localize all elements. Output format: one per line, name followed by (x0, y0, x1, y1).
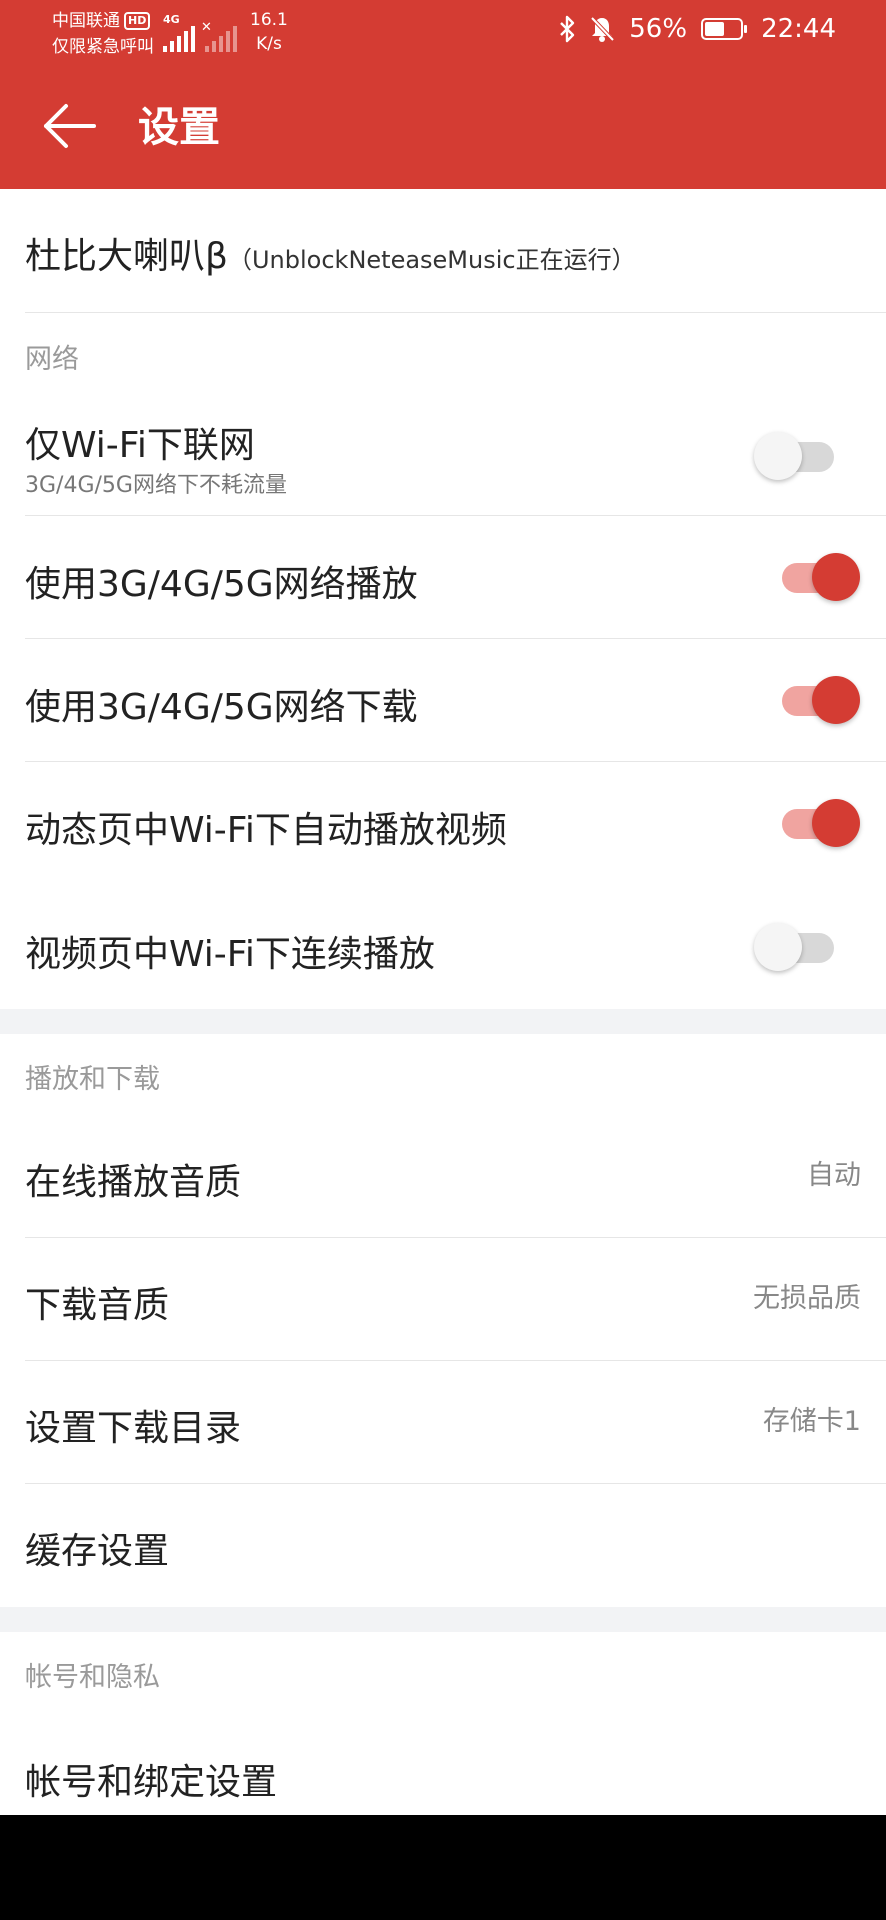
bluetooth-icon (560, 15, 575, 43)
section-gap (0, 1607, 886, 1632)
carrier-name: 中国联通 (52, 11, 120, 31)
setting-mobile-download[interactable]: 使用3G/4G/5G网络下载 (0, 639, 886, 762)
emergency-note: 仅限紧急呼叫 (52, 37, 154, 57)
network-type: 4G (163, 13, 180, 26)
navigation-bar (0, 1815, 886, 1920)
setting-mobile-play[interactable]: 使用3G/4G/5G网络播放 (0, 516, 886, 639)
page-title: 设置 (138, 103, 220, 151)
network-speed: 16.1 K/s (250, 8, 288, 56)
section-gap (0, 1009, 886, 1034)
no-signal-icon: ✕ (201, 20, 237, 52)
setting-label: 在线播放音质 (25, 1162, 242, 1203)
toggle-mobile-play[interactable] (774, 552, 860, 602)
battery-icon (701, 18, 748, 40)
setting-value: 无损品质 (753, 1283, 861, 1314)
toggle-mobile-download[interactable] (774, 675, 860, 725)
section-title-account: 帐号和隐私 (25, 1662, 160, 1693)
setting-label: 帐号和绑定设置 (25, 1762, 278, 1803)
setting-download-quality[interactable]: 下载音质 无损品质 (0, 1238, 886, 1361)
plugin-label-wrap: 杜比大喇叭β（UnblockNeteaseMusic正在运行） (25, 227, 636, 279)
toggle-continuous-play[interactable] (754, 922, 834, 972)
setting-value: 自动 (807, 1160, 861, 1191)
signal-indicators: 4G ✕ (163, 14, 237, 52)
setting-subtitle: 3G/4G/5G网络下不耗流量 (25, 473, 287, 498)
setting-download-dir[interactable]: 设置下载目录 存储卡1 (0, 1361, 886, 1484)
toggle-wifi-only[interactable] (754, 431, 834, 481)
back-arrow-icon[interactable] (40, 98, 100, 154)
setting-label: 使用3G/4G/5G网络下载 (25, 687, 418, 728)
speed-unit: K/s (256, 34, 282, 54)
setting-label: 缓存设置 (25, 1531, 170, 1572)
hd-badge: HD (124, 12, 151, 30)
setting-online-quality[interactable]: 在线播放音质 自动 (0, 1115, 886, 1238)
mute-bell-icon (590, 16, 615, 42)
toggle-autoplay-video[interactable] (774, 798, 860, 848)
clock: 22:44 (761, 14, 836, 44)
battery-level (705, 22, 725, 36)
plugin-row[interactable]: 杜比大喇叭β（UnblockNeteaseMusic正在运行） (0, 189, 886, 313)
signal-strength-icon (163, 26, 195, 52)
plugin-name: 杜比大喇叭β (25, 236, 228, 277)
setting-continuous-play[interactable]: 视频页中Wi-Fi下连续播放 (0, 885, 886, 1009)
section-title-network: 网络 (25, 344, 79, 375)
setting-value: 存储卡1 (762, 1406, 861, 1437)
plugin-note: （UnblockNeteaseMusic正在运行） (227, 246, 636, 274)
app-header: 中国联通 HD 仅限紧急呼叫 4G ✕ 16.1 K/s 56% 22:44 设… (0, 0, 886, 189)
setting-label: 动态页中Wi-Fi下自动播放视频 (25, 810, 507, 851)
speed-value: 16.1 (250, 10, 288, 30)
setting-account-binding[interactable]: 帐号和绑定设置 (0, 1710, 886, 1815)
divider (25, 312, 886, 313)
section-title-playback: 播放和下载 (25, 1064, 160, 1095)
setting-autoplay-video[interactable]: 动态页中Wi-Fi下自动播放视频 (0, 762, 886, 885)
battery-percent: 56% (629, 14, 688, 44)
setting-cache[interactable]: 缓存设置 (0, 1484, 886, 1607)
status-right: 56% 22:44 (559, 14, 836, 44)
carrier-info: 中国联通 HD 仅限紧急呼叫 (52, 8, 154, 60)
setting-label: 仅Wi-Fi下联网 (25, 425, 255, 466)
setting-label: 设置下载目录 (25, 1408, 242, 1449)
setting-wifi-only[interactable]: 仅Wi-Fi下联网 3G/4G/5G网络下不耗流量 (0, 400, 886, 516)
setting-label: 视频页中Wi-Fi下连续播放 (25, 934, 435, 975)
setting-label: 下载音质 (25, 1285, 170, 1326)
setting-label: 使用3G/4G/5G网络播放 (25, 564, 418, 605)
